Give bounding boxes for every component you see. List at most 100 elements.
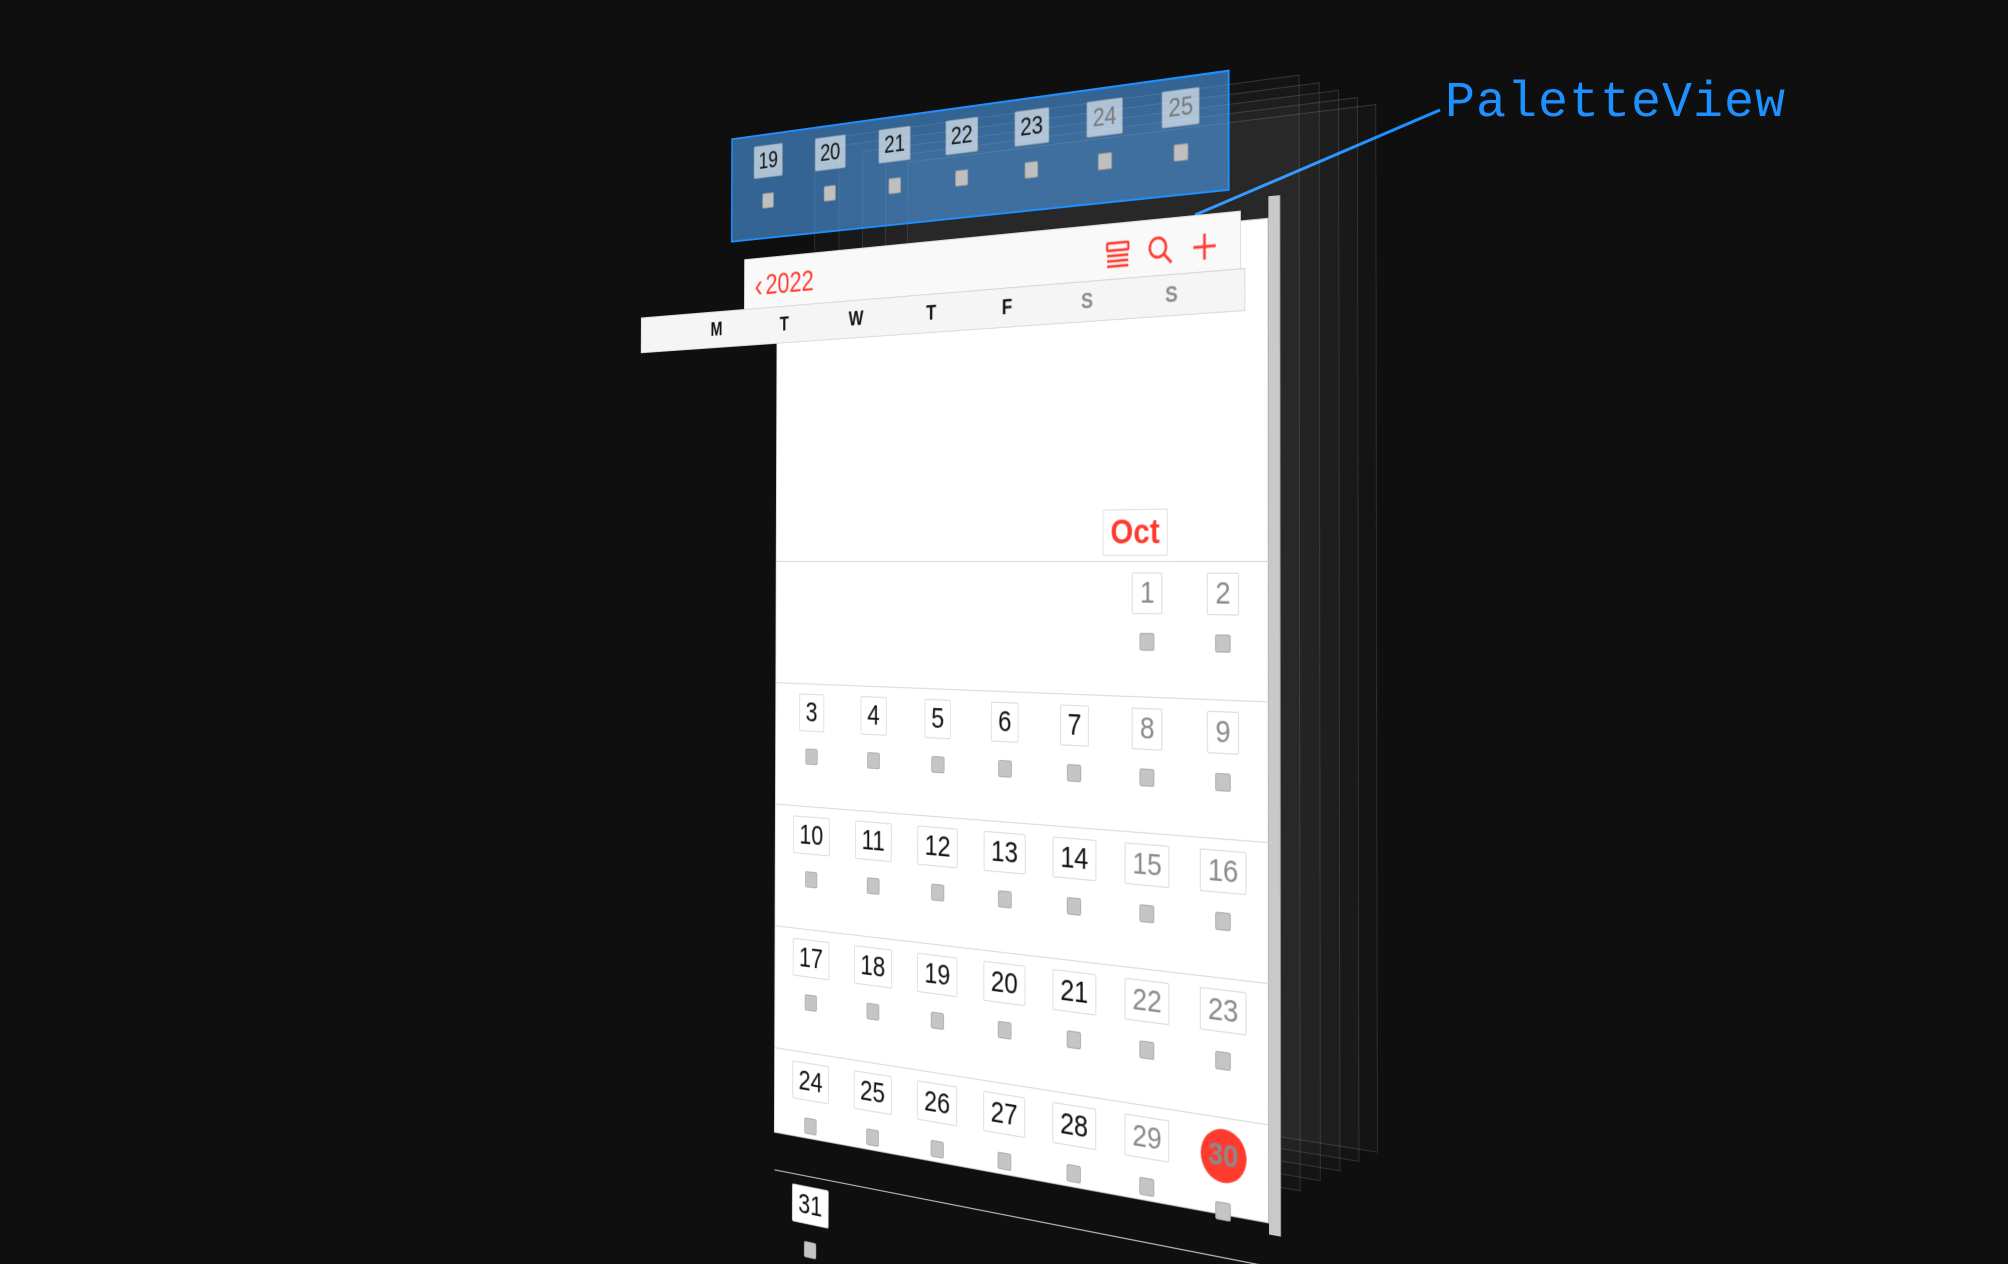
event-dot	[1097, 152, 1111, 171]
day-cell[interactable]: 10	[781, 814, 842, 891]
day-number: 19	[917, 953, 957, 997]
day-cell[interactable]: 23	[1185, 985, 1263, 1076]
palette-view[interactable]: 19 20 21 22 23 24 25	[731, 70, 1230, 243]
day-number: 31	[792, 1183, 829, 1229]
day-cell[interactable]: 24	[780, 1058, 841, 1140]
day-cell[interactable]: 14	[1039, 835, 1110, 919]
day-cell[interactable]: 29	[1110, 1111, 1185, 1203]
day-cell[interactable]: 7	[1039, 704, 1110, 785]
day-number: 6	[991, 702, 1019, 743]
month-label: Oct	[1103, 509, 1168, 556]
day-cell[interactable]: 4	[842, 695, 905, 771]
day-cell[interactable]: 8	[1110, 707, 1184, 789]
event-dot	[931, 884, 944, 902]
day-number: 25	[853, 1070, 891, 1115]
event-dot	[805, 748, 817, 765]
palette-day-cell[interactable]: 19	[747, 142, 790, 211]
palette-day-cell[interactable]: 25	[1153, 86, 1208, 165]
day-number: 14	[1053, 836, 1096, 881]
day-number: 27	[983, 1091, 1025, 1138]
event-dot	[1067, 1030, 1081, 1049]
day-cell	[841, 1193, 904, 1246]
palette-day-cell[interactable]: 21	[871, 125, 918, 197]
day-cell[interactable]: 2	[1185, 573, 1262, 654]
day-cell	[970, 1219, 1039, 1264]
day-number: 20	[984, 961, 1025, 1006]
palette-day-cell[interactable]: 23	[1006, 106, 1057, 181]
day-number: 28	[1053, 1102, 1096, 1150]
day-number: 3	[799, 693, 824, 732]
weekday-label: S	[1081, 289, 1093, 315]
day-cell[interactable]: 16	[1185, 847, 1263, 934]
weekday-label: F	[1002, 295, 1012, 320]
day-cell[interactable]: 5	[905, 698, 971, 775]
event-dot	[1140, 633, 1155, 651]
year-label: 2022	[765, 265, 813, 302]
day-number: 9	[1207, 711, 1239, 755]
day-number: 18	[854, 945, 892, 989]
day-cell	[1110, 1246, 1185, 1264]
day-cell[interactable]: 6	[971, 701, 1039, 780]
day-number: 17	[793, 938, 830, 981]
event-dot	[1067, 897, 1081, 916]
event-dot	[1215, 773, 1231, 792]
view-mode-button[interactable]	[1097, 239, 1139, 270]
search-button[interactable]	[1139, 232, 1182, 268]
day-cell[interactable]: 21	[1039, 967, 1110, 1054]
day-number: 10	[793, 815, 830, 856]
day-cell[interactable]: 26	[904, 1078, 970, 1163]
event-dot	[866, 1128, 879, 1147]
weekday-label: T	[780, 313, 789, 337]
event-dot	[867, 877, 880, 895]
add-button[interactable]	[1182, 228, 1226, 265]
event-dot	[1215, 912, 1231, 932]
day-number: 26	[917, 1080, 957, 1126]
back-button[interactable]: ‹ 2022	[755, 265, 814, 303]
palette-day-number: 20	[815, 134, 846, 171]
event-dot	[888, 177, 901, 194]
palette-day-cell[interactable]: 24	[1078, 96, 1131, 173]
palette-day-number: 25	[1162, 87, 1200, 129]
day-cell[interactable]: 28	[1039, 1100, 1110, 1189]
day-cell[interactable]: 15	[1110, 841, 1184, 926]
day-cell[interactable]: 9	[1185, 710, 1263, 794]
event-dot	[931, 1011, 944, 1030]
day-cell[interactable]: 25	[841, 1068, 904, 1151]
event-dot	[1140, 1177, 1155, 1198]
day-cell[interactable]: 13	[971, 830, 1039, 912]
day-cell[interactable]: 18	[841, 944, 904, 1025]
day-cell[interactable]: 3	[781, 693, 842, 767]
event-dot	[804, 1117, 816, 1135]
day-number: 1	[1132, 572, 1162, 614]
day-number: 5	[924, 699, 951, 740]
day-cell[interactable]: 30	[1185, 1123, 1263, 1228]
day-cell[interactable]: 11	[842, 819, 905, 897]
day-cell[interactable]: 17	[781, 936, 842, 1015]
day-number: 24	[792, 1060, 829, 1104]
event-dot	[866, 1003, 879, 1021]
day-number: 4	[861, 696, 887, 736]
month-grid[interactable]: 1234567891011121314151617181920212223242…	[774, 561, 1270, 1264]
event-dot	[997, 1151, 1011, 1171]
day-cell[interactable]: 27	[970, 1089, 1039, 1176]
day-number: 12	[918, 825, 958, 868]
palette-day-cell[interactable]: 22	[937, 115, 986, 188]
day-cell[interactable]: 31	[780, 1181, 841, 1264]
palette-day-cell[interactable]: 20	[808, 133, 853, 203]
week-row: 12	[776, 561, 1270, 701]
day-cell[interactable]: 12	[905, 824, 971, 904]
event-dot	[867, 752, 880, 769]
event-dot	[1067, 1164, 1081, 1184]
palette-day-number: 23	[1014, 107, 1049, 147]
day-cell[interactable]: 22	[1110, 976, 1184, 1065]
day-cell[interactable]: 19	[905, 951, 971, 1034]
day-cell	[904, 1206, 970, 1260]
event-dot	[1215, 634, 1231, 652]
day-cell[interactable]: 1	[1110, 572, 1184, 651]
weekday-label: W	[849, 307, 864, 331]
day-cell[interactable]: 20	[970, 959, 1039, 1044]
event-dot	[805, 871, 817, 888]
day-cell	[1039, 572, 1110, 615]
day-number: 21	[1053, 969, 1096, 1016]
event-dot	[1140, 904, 1155, 923]
